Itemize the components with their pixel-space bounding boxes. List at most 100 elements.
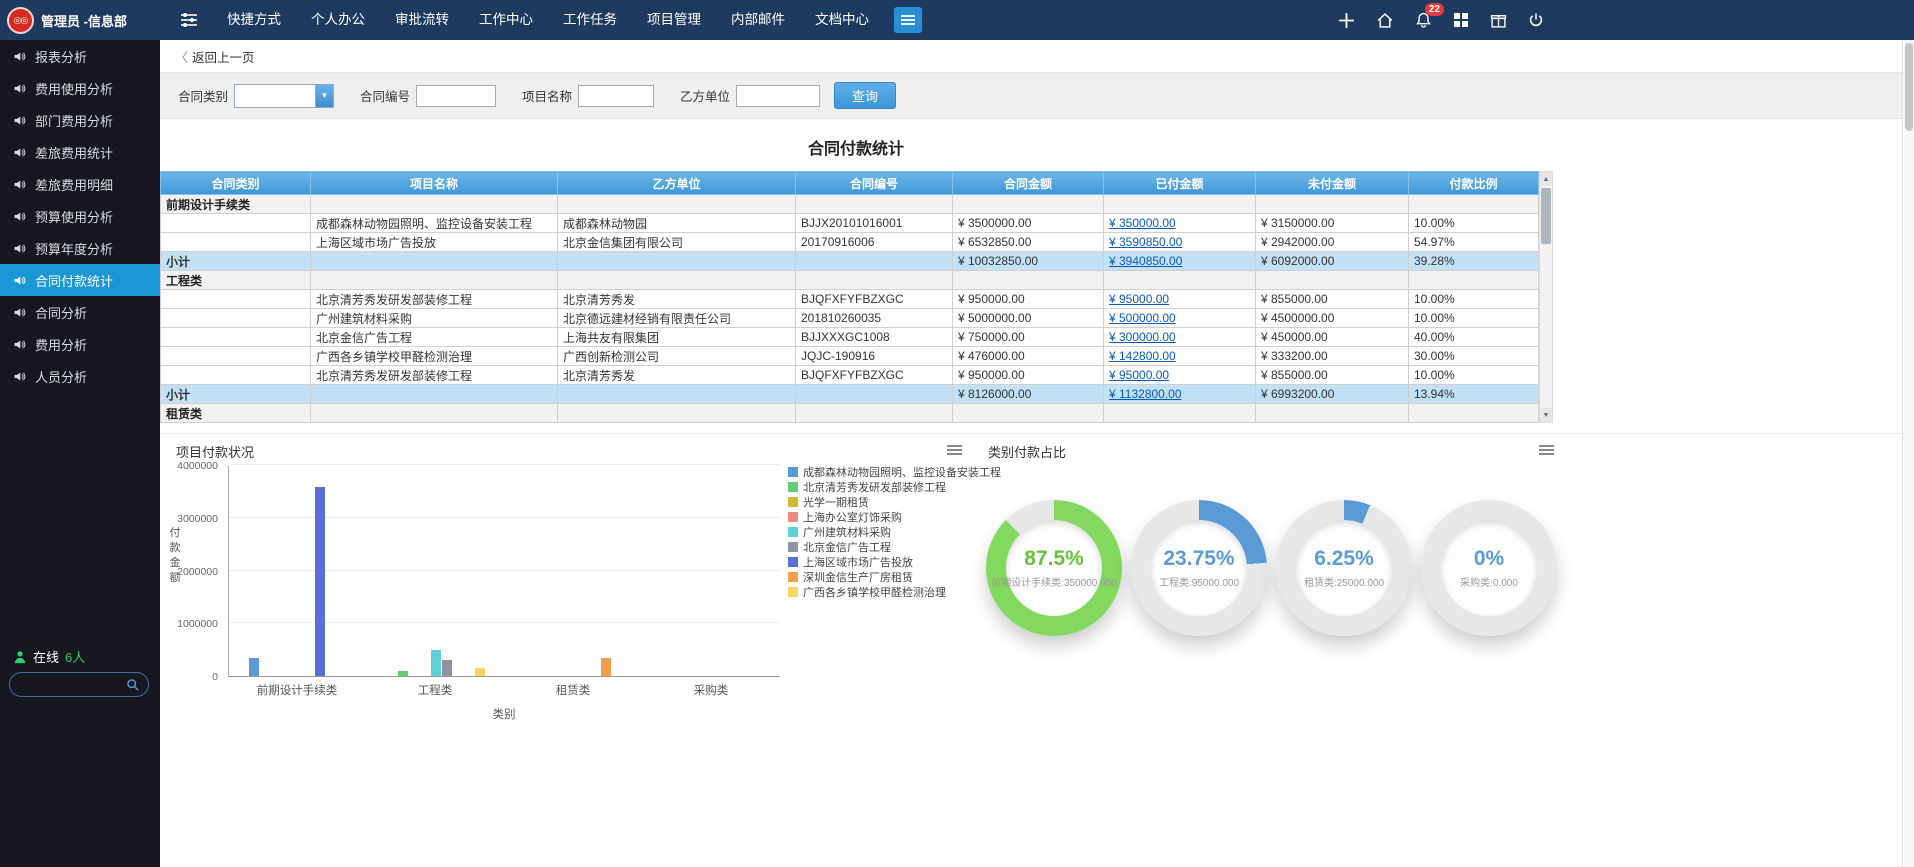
- home-icon[interactable]: [1376, 12, 1394, 29]
- chevron-down-icon[interactable]: ▼: [315, 85, 333, 107]
- scrollbar-thumb[interactable]: [1541, 188, 1551, 244]
- sidebar-item[interactable]: 部门费用分析: [0, 104, 160, 136]
- bar-slot: [386, 466, 397, 676]
- legend-item[interactable]: 北京清芳秀发研发部装修工程: [788, 479, 1001, 494]
- bar-chart-title: 项目付款状况: [176, 442, 254, 461]
- nav-item[interactable]: 工作任务: [548, 0, 632, 40]
- sidebar-item-label: 差旅费用明细: [35, 175, 113, 194]
- legend-item[interactable]: 北京金信广告工程: [788, 539, 1001, 554]
- sidebar-item[interactable]: 预算使用分析: [0, 200, 160, 232]
- sidebar-item[interactable]: 费用分析: [0, 328, 160, 360]
- sidebar-item[interactable]: 合同分析: [0, 296, 160, 328]
- legend-item[interactable]: 广西各乡镇学校甲醛检测治理: [788, 584, 1001, 599]
- donut-row: 87.5%前期设计手续类:350000.00023.75%工程类:95000.0…: [976, 500, 1564, 636]
- paid-amount-link[interactable]: ¥ 3940850.00: [1109, 254, 1182, 268]
- paid-amount-link[interactable]: ¥ 300000.00: [1109, 330, 1176, 344]
- legend-item[interactable]: 上海区域市场广告投放: [788, 554, 1001, 569]
- party-b-input[interactable]: [736, 85, 820, 107]
- gift-icon[interactable]: [1490, 12, 1507, 29]
- sidebar-item[interactable]: 报表分析: [0, 40, 160, 72]
- page-scrollbar[interactable]: [1902, 40, 1914, 867]
- y-tick-label: 0: [212, 671, 218, 683]
- legend-item[interactable]: 成都森林动物园照明、监控设备安装工程: [788, 464, 1001, 479]
- table-cell: [311, 404, 558, 423]
- bar-slot: [292, 466, 303, 676]
- sidebar-item[interactable]: 人员分析: [0, 360, 160, 392]
- table-scrollbar[interactable]: ▲ ▼: [1539, 171, 1553, 423]
- table-cell: 租赁类: [161, 404, 311, 423]
- sidebar-item[interactable]: 费用使用分析: [0, 72, 160, 104]
- sidebar-search-input[interactable]: [18, 678, 126, 692]
- sidebar-item[interactable]: 差旅费用统计: [0, 136, 160, 168]
- bar-slot: [452, 466, 463, 676]
- paid-amount-link[interactable]: ¥ 3590850.00: [1109, 235, 1182, 249]
- bar-slot: [270, 466, 281, 676]
- bar-slot: [579, 466, 590, 676]
- back-link[interactable]: 〈 返回上一页: [160, 40, 1914, 72]
- table-cell: [161, 290, 311, 309]
- page-scrollbar-thumb[interactable]: [1905, 43, 1913, 131]
- scroll-down-icon[interactable]: ▼: [1540, 408, 1552, 422]
- paid-amount-link[interactable]: ¥ 500000.00: [1109, 311, 1176, 325]
- table-cell: [796, 271, 953, 290]
- online-count: 6人: [65, 647, 85, 666]
- legend-swatch: [788, 557, 798, 567]
- table-cell: [1104, 271, 1256, 290]
- x-axis-label: 类别: [228, 706, 780, 722]
- column-header: 合同编号: [796, 172, 953, 195]
- sidebar-item[interactable]: 差旅费用明细: [0, 168, 160, 200]
- legend-label: 北京清芳秀发研发部装修工程: [803, 479, 946, 495]
- legend-label: 广州建筑材料采购: [803, 524, 891, 540]
- search-icon[interactable]: [126, 678, 140, 692]
- table-cell: BJQFXFYFBZXGC: [796, 366, 953, 385]
- nav-more-button[interactable]: [894, 7, 922, 33]
- chart-menu-icon[interactable]: [947, 443, 962, 457]
- grid-icon[interactable]: [1453, 12, 1469, 28]
- paid-amount-link[interactable]: ¥ 95000.00: [1109, 368, 1169, 382]
- table-row: 小计¥ 8126000.00¥ 1132800.00¥ 6993200.0013…: [161, 385, 1539, 404]
- table-cell: 广西各乡镇学校甲醛检测治理: [311, 347, 558, 366]
- nav-item[interactable]: 快捷方式: [212, 0, 296, 40]
- plus-icon[interactable]: [1338, 12, 1355, 29]
- table-row: 北京清芳秀发研发部装修工程北京清芳秀发BJQFXFYFBZXGC¥ 950000…: [161, 366, 1539, 385]
- nav-item[interactable]: 文档中心: [800, 0, 884, 40]
- nav-item[interactable]: 审批流转: [380, 0, 464, 40]
- legend-item[interactable]: 深圳金信生产厂房租赁: [788, 569, 1001, 584]
- paid-amount-link[interactable]: ¥ 350000.00: [1109, 216, 1176, 230]
- online-label: 在线: [33, 647, 59, 666]
- paid-amount-link[interactable]: ¥ 1132800.00: [1109, 387, 1182, 401]
- legend-item[interactable]: 上海办公室灯饰采购: [788, 509, 1001, 524]
- query-button[interactable]: 查询: [834, 82, 896, 109]
- main-content: 〈 返回上一页 合同类别 ▼ 合同编号 项目名称 乙方单位 查询 合同付款统计 …: [160, 40, 1914, 867]
- contract-type-select[interactable]: ▼: [234, 84, 334, 108]
- nav-item[interactable]: 工作中心: [464, 0, 548, 40]
- sidebar-item[interactable]: 预算年度分析: [0, 232, 160, 264]
- contract-no-input[interactable]: [416, 85, 496, 107]
- legend-label: 上海办公室灯饰采购: [803, 509, 902, 525]
- menu-toggle-icon[interactable]: [180, 12, 198, 28]
- paid-amount-link[interactable]: ¥ 95000.00: [1109, 292, 1169, 306]
- table-cell: ¥ 855000.00: [1256, 290, 1409, 309]
- table-cell: ¥ 333200.00: [1256, 347, 1409, 366]
- legend-item[interactable]: 光学一期租赁: [788, 494, 1001, 509]
- bar-slot: [336, 466, 347, 676]
- sidebar-item[interactable]: 合同付款统计: [0, 264, 160, 296]
- nav-item[interactable]: 内部邮件: [716, 0, 800, 40]
- nav-item[interactable]: 项目管理: [632, 0, 716, 40]
- project-name-input[interactable]: [578, 85, 654, 107]
- nav-item[interactable]: 个人办公: [296, 0, 380, 40]
- bar-groups: [229, 466, 780, 676]
- legend-item[interactable]: 广州建筑材料采购: [788, 524, 1001, 539]
- power-icon[interactable]: [1528, 12, 1544, 28]
- scrollbar-track[interactable]: [1540, 186, 1552, 408]
- paid-amount-link[interactable]: ¥ 142800.00: [1109, 349, 1176, 363]
- chart-menu-icon[interactable]: [1539, 443, 1554, 457]
- table-cell: ¥ 6532850.00: [953, 233, 1104, 252]
- bar-slot: [557, 466, 568, 676]
- bar-slot: [303, 466, 314, 676]
- donut-chart-panel: 类别付款占比 87.5%前期设计手续类:350000.00023.75%工程类:…: [976, 434, 1564, 738]
- contract-no-label: 合同编号: [360, 86, 410, 105]
- scroll-up-icon[interactable]: ▲: [1540, 172, 1552, 186]
- bar-slot: [662, 466, 673, 676]
- bell-icon[interactable]: 22: [1415, 12, 1432, 29]
